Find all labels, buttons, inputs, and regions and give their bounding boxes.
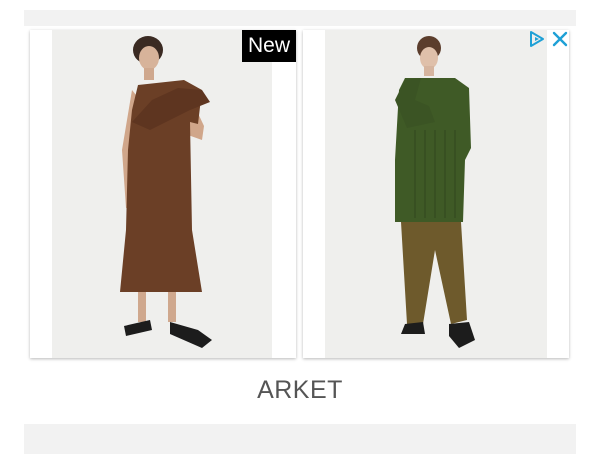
product-card-sweater[interactable] [303, 30, 569, 358]
product-image-dress[interactable] [52, 30, 272, 358]
adchoices-icon[interactable] [528, 30, 546, 48]
ad-controls [528, 29, 572, 49]
product-image-sweater[interactable] [325, 30, 547, 358]
product-card-dress[interactable]: New [30, 30, 296, 358]
close-icon[interactable] [552, 31, 568, 47]
top-spacer [24, 10, 576, 26]
brand-name[interactable]: ARKET [0, 376, 600, 405]
new-badge: New [241, 30, 296, 62]
bottom-spacer [24, 424, 576, 454]
